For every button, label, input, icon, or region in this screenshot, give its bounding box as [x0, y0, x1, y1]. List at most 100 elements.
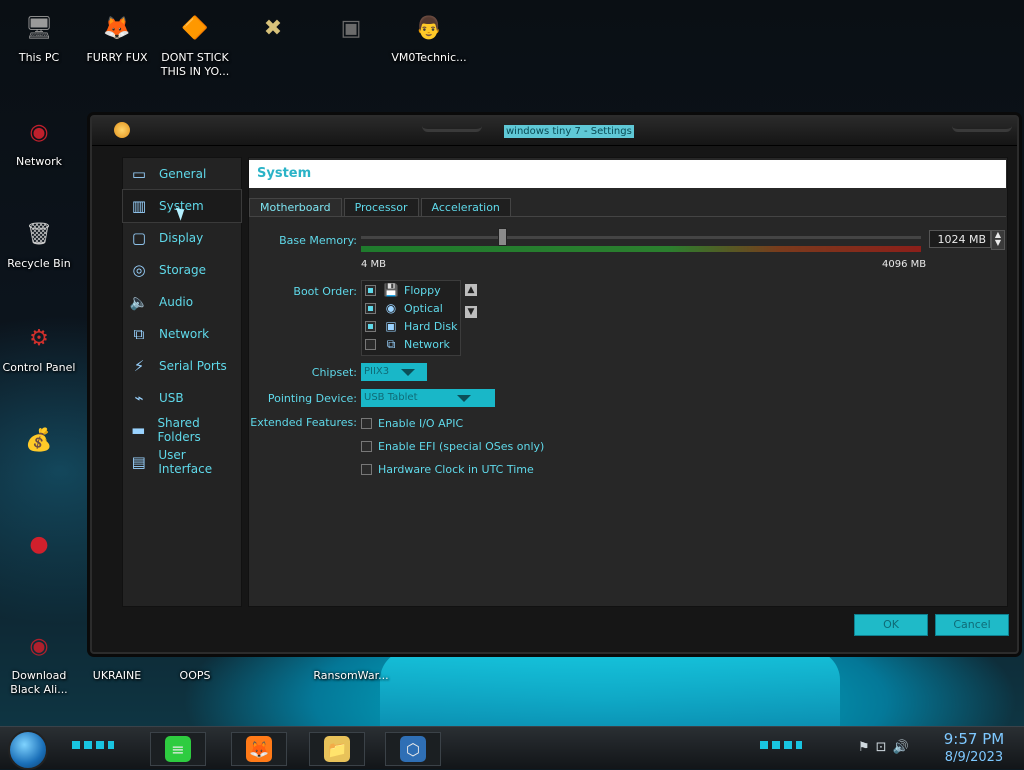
memory-max-label: 4096 MB — [882, 259, 927, 270]
desktop-icon[interactable]: ◉ Download Black Ali... — [0, 626, 78, 697]
settings-content: System Motherboard Processor Acceleration … — [248, 157, 1008, 607]
desktop-icon-label: Recycle Bin — [7, 257, 71, 270]
desktop-icon-label: This PC — [18, 51, 60, 64]
taskbar-app-file-explorer[interactable]: 📁 — [309, 732, 365, 766]
feature-option[interactable]: Hardware Clock in UTC Time — [361, 461, 534, 477]
chipset-label: Chipset: — [311, 366, 357, 379]
tab-bar: Motherboard Processor Acceleration — [249, 198, 513, 217]
feature-option[interactable]: Enable I/O APIC — [361, 415, 463, 431]
boot-order-item[interactable]: 💾 Floppy — [362, 281, 460, 299]
recycle-bin-icon: 🗑 — [25, 221, 53, 247]
taskbar-app-virtualbox[interactable]: ⬡ — [385, 732, 441, 766]
clock-time: 9:57 PM — [943, 730, 1005, 748]
user-interface-icon: ▤ — [131, 453, 146, 471]
feature-option[interactable]: Enable EFI (special OSes only) — [361, 438, 544, 454]
nav-item-network[interactable]: ⧉ Network — [123, 318, 241, 350]
wallpaper-band — [380, 650, 840, 730]
nav-item-serial-ports[interactable]: ⚡ Serial Ports — [123, 350, 241, 382]
network-tray-icon[interactable]: ⊡ — [876, 740, 887, 755]
taskbar-app-firefox[interactable]: 🦊 — [231, 732, 287, 766]
firefox-taskbar-icon: 🦊 — [246, 736, 272, 762]
feature-label: Hardware Clock in UTC Time — [378, 462, 534, 476]
memory-value-field[interactable]: 1024 MB — [929, 230, 991, 248]
boot-checkbox[interactable] — [365, 338, 376, 350]
computer-icon: 🖥 — [25, 15, 53, 41]
desktop-icon-label: RansomWar... — [313, 669, 389, 682]
title-deco-right — [952, 119, 1012, 132]
desktop-icon[interactable]: ◉ Network — [0, 112, 78, 169]
flag-alert-icon[interactable]: ⚑ — [858, 740, 870, 755]
nav-item-audio[interactable]: 🔈 Audio — [123, 286, 241, 318]
desktop-icon-label: OOPS — [179, 669, 211, 682]
desktop-icon[interactable]: ● — [0, 524, 78, 567]
usb-icon: ⌁ — [134, 389, 144, 407]
nav-item-label: Network — [159, 327, 210, 341]
virtualbox-icon: ⬡ — [400, 736, 426, 762]
tab-motherboard[interactable]: Motherboard — [249, 198, 342, 217]
nav-item-label: USB — [159, 391, 184, 405]
green-notes-icon: ≡ — [165, 736, 191, 762]
tab-acceleration[interactable]: Acceleration — [420, 198, 511, 217]
boot-order-item[interactable]: ◉ Optical — [362, 299, 460, 317]
move-down-button[interactable]: ▼ — [465, 306, 477, 318]
general-icon: ▭ — [131, 165, 147, 183]
xonix-game-icon: ▣ — [340, 15, 362, 41]
boot-item-label: Network — [404, 337, 450, 351]
nav-item-general[interactable]: ▭ General — [123, 158, 241, 190]
tab-processor[interactable]: Processor — [343, 198, 419, 217]
desktop-icon[interactable]: ✖ — [234, 8, 312, 51]
nav-item-label: Storage — [159, 263, 206, 277]
cancel-button[interactable]: Cancel — [935, 614, 1009, 636]
taskbar-app-notes-app[interactable]: ≡ — [150, 732, 206, 766]
desktop-icon[interactable]: 🔶 DONT STICK THIS IN YO... — [156, 8, 234, 79]
floppy-icon: 💾 — [383, 283, 399, 297]
pointing-device-select[interactable]: USB Tablet — [361, 389, 495, 407]
clock[interactable]: 9:57 PM 8/9/2023 — [932, 729, 1016, 767]
title-deco-left — [422, 119, 482, 132]
vlc-cone-icon: 🔶 — [181, 15, 209, 41]
red-creature-icon: ● — [29, 531, 49, 557]
move-up-button[interactable]: ▲ — [465, 284, 477, 296]
audio-icon: 🔈 — [129, 293, 149, 311]
desktop-icon[interactable]: 🗑 Recycle Bin — [0, 214, 78, 271]
app-icon — [114, 122, 130, 138]
hex-editor-icon: ✖ — [263, 15, 283, 41]
nav-item-display[interactable]: ▢ Display — [123, 222, 241, 254]
start-button[interactable] — [8, 730, 48, 770]
chipset-select[interactable]: PIIX3 — [361, 363, 427, 381]
desktop-icon[interactable]: 🦊 FURRY FUX — [78, 8, 156, 65]
system-icon: ▥ — [131, 197, 147, 215]
memory-spinner[interactable]: ▲ ▼ — [991, 230, 1005, 250]
feature-checkbox[interactable] — [361, 440, 372, 452]
nav-item-label: Audio — [159, 295, 194, 309]
volume-icon[interactable]: 🔊 — [893, 740, 909, 755]
feature-checkbox[interactable] — [361, 417, 372, 429]
desktop-icon-label: Network — [16, 155, 62, 168]
feature-checkbox[interactable] — [361, 463, 372, 475]
desktop-icon[interactable]: 💰 — [0, 420, 78, 463]
ok-button[interactable]: OK — [854, 614, 928, 636]
desktop-icon-label: FURRY FUX — [86, 51, 148, 64]
desktop-icon[interactable]: ▣ — [312, 8, 390, 51]
memory-slider-track[interactable] — [361, 236, 921, 239]
nav-item-label: Display — [159, 231, 204, 245]
nav-item-label: General — [159, 167, 207, 181]
desktop-icon[interactable]: 👨 VM0Technic... — [390, 8, 468, 65]
nav-item-usb[interactable]: ⌁ USB — [123, 382, 241, 414]
boot-checkbox[interactable] — [365, 302, 376, 314]
extended-features-label: Extended Features: — [250, 416, 357, 429]
desktop-icon[interactable]: ⚙ Control Panel — [0, 318, 78, 375]
boot-order-item[interactable]: ⧉ Network — [362, 335, 460, 353]
nav-item-storage[interactable]: ◎ Storage — [123, 254, 241, 286]
settings-window: windows tiny 7 - Settings ▭ General ▥ Syste… — [90, 115, 1019, 654]
memory-slider-thumb[interactable] — [497, 228, 507, 246]
boot-order-item[interactable]: ▣ Hard Disk — [362, 317, 460, 335]
nav-item-shared-folders[interactable]: ▬ Shared Folders — [123, 414, 241, 446]
title-bar[interactable]: windows tiny 7 - Settings — [92, 117, 1017, 146]
boot-checkbox[interactable] — [365, 284, 376, 296]
pointing-device-value: USB Tablet — [364, 392, 418, 403]
boot-checkbox[interactable] — [365, 320, 376, 332]
desktop-icon[interactable]: 🖥 This PC — [0, 8, 78, 65]
nav-item-user-interface[interactable]: ▤ User Interface — [123, 446, 241, 478]
boot-item-label: Optical — [404, 301, 443, 315]
